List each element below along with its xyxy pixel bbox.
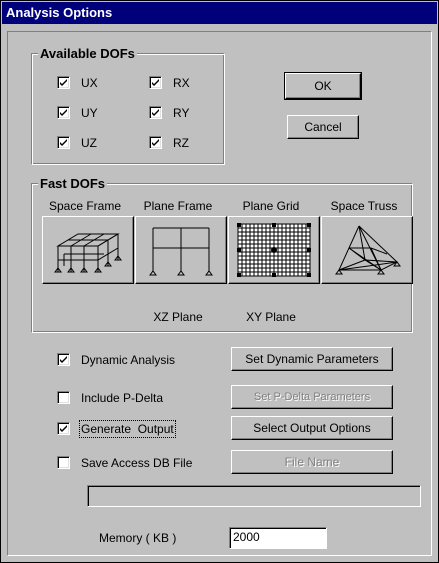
dof-uz-label: UZ bbox=[81, 136, 97, 150]
save-access-db-label: Save Access DB File bbox=[81, 456, 193, 470]
dof-ux-label: UX bbox=[81, 76, 98, 90]
space-frame-label: Space Frame bbox=[48, 199, 122, 213]
xz-plane-label: XZ Plane bbox=[153, 310, 203, 324]
ok-button[interactable]: OK bbox=[284, 72, 362, 100]
space-truss-button[interactable] bbox=[321, 216, 413, 284]
generate-output-label: Generate Output bbox=[79, 420, 176, 438]
dof-rz-checkbox[interactable] bbox=[149, 136, 162, 149]
dof-rx-checkbox[interactable] bbox=[149, 76, 162, 89]
memory-input[interactable]: 2000 bbox=[229, 527, 327, 549]
save-access-db-checkbox[interactable] bbox=[57, 456, 70, 469]
window-title[interactable]: Analysis Options bbox=[2, 2, 437, 24]
dof-uz-checkbox[interactable] bbox=[57, 136, 70, 149]
set-dynamic-parameters-button[interactable]: Set Dynamic Parameters bbox=[231, 347, 393, 371]
dof-uy-label: UY bbox=[81, 106, 98, 120]
dof-uy-checkbox[interactable] bbox=[57, 106, 70, 119]
xy-plane-label: XY Plane bbox=[246, 310, 296, 324]
space-frame-icon bbox=[54, 233, 122, 273]
file-path-field[interactable] bbox=[87, 485, 421, 507]
space-truss-label: Space Truss bbox=[330, 199, 398, 213]
dof-rx-label: RX bbox=[173, 76, 190, 90]
include-p-delta-checkbox[interactable] bbox=[57, 391, 70, 404]
dof-rz-label: RZ bbox=[173, 136, 189, 150]
analysis-options-dialog: Analysis Options Available DOFs UX UY UZ… bbox=[0, 0, 439, 563]
select-output-options-button[interactable]: Select Output Options bbox=[231, 416, 393, 440]
generate-output-checkbox[interactable] bbox=[57, 422, 70, 435]
plane-grid-icon bbox=[237, 223, 311, 277]
dof-ux-checkbox[interactable] bbox=[57, 76, 70, 89]
plane-grid-label: Plane Grid bbox=[242, 199, 300, 213]
plane-frame-label: Plane Frame bbox=[143, 199, 213, 213]
plane-frame-icon bbox=[149, 227, 213, 276]
space-truss-icon bbox=[335, 225, 401, 275]
dof-ry-checkbox[interactable] bbox=[149, 106, 162, 119]
cancel-button[interactable]: Cancel bbox=[287, 115, 359, 139]
dynamic-analysis-checkbox[interactable] bbox=[57, 353, 70, 366]
space-frame-button[interactable] bbox=[42, 216, 134, 284]
dof-ry-label: RY bbox=[173, 106, 190, 120]
memory-label: Memory ( KB ) bbox=[99, 531, 177, 545]
include-p-delta-label: Include P-Delta bbox=[81, 391, 164, 405]
available-dofs-legend: Available DOFs bbox=[38, 46, 137, 61]
dynamic-analysis-label: Dynamic Analysis bbox=[81, 353, 176, 367]
fast-dofs-legend: Fast DOFs bbox=[38, 176, 108, 191]
file-name-button[interactable]: File Name bbox=[231, 450, 393, 474]
set-p-delta-parameters-button[interactable]: Set P-Delta Parameters bbox=[231, 385, 393, 409]
plane-frame-button[interactable] bbox=[135, 216, 227, 284]
plane-grid-button[interactable] bbox=[228, 216, 320, 284]
